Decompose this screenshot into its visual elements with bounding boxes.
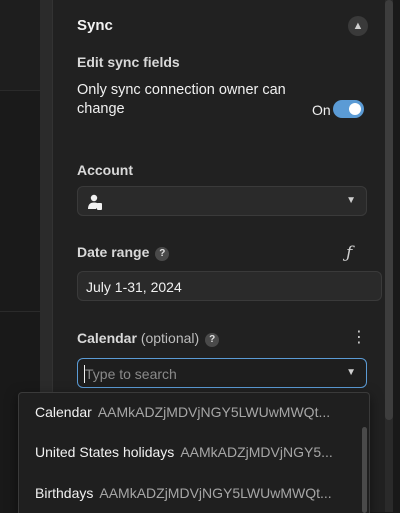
formula-icon[interactable]: ƒ (346, 243, 352, 263)
dropdown-scrollbar[interactable] (362, 427, 367, 513)
person-phone-icon (88, 194, 102, 210)
background-panel (0, 90, 40, 312)
panel-scrollbar[interactable] (385, 0, 393, 512)
background-panel (0, 0, 40, 90)
account-select[interactable]: ▼ (77, 186, 367, 216)
toggle-state-label: On (312, 102, 331, 118)
date-range-label-text: Date range (77, 244, 150, 260)
calendar-search-input[interactable] (84, 365, 335, 383)
calendar-option[interactable]: Calendar AAMkADZjMDVjNGY5LWUwMWQt... (35, 404, 345, 420)
option-id: AAMkADZjMDVjNGY5LWUwMWQt... (99, 485, 332, 501)
calendar-label: Calendar (optional)? (77, 330, 220, 347)
calendar-option[interactable]: Birthdays AAMkADZjMDVjNGY5LWUwMWQt... (35, 485, 345, 501)
owner-only-toggle[interactable] (333, 100, 364, 118)
help-icon[interactable]: ? (155, 246, 170, 261)
collapse-section-button[interactable]: ▲ (348, 16, 368, 36)
calendar-select[interactable]: ▼ (77, 358, 367, 388)
help-icon[interactable]: ? (205, 332, 220, 347)
calendar-label-text: Calendar (77, 330, 137, 346)
option-name: Birthdays (35, 485, 94, 501)
more-options-icon[interactable]: ⋮ (351, 330, 367, 346)
chevron-down-icon: ▼ (346, 195, 356, 206)
chevron-down-icon[interactable]: ▼ (346, 367, 356, 378)
date-range-value: July 1-31, 2024 (86, 279, 182, 295)
scrollbar-thumb[interactable] (385, 0, 393, 420)
owner-only-label: Only sync connection owner can change (77, 82, 286, 117)
option-id: AAMkADZjMDVjNGY5... (180, 444, 333, 460)
option-name: Calendar (35, 404, 92, 420)
date-range-label: Date range? (77, 244, 170, 261)
chevron-up-icon: ▲ (352, 20, 364, 32)
option-name: United States holidays (35, 444, 175, 460)
calendar-dropdown: Calendar AAMkADZjMDVjNGY5LWUwMWQt... Unit… (18, 392, 370, 513)
section-title: Sync (77, 17, 113, 34)
toggle-knob (349, 103, 361, 115)
date-range-field[interactable]: July 1-31, 2024 (77, 271, 382, 301)
calendar-option[interactable]: United States holidays AAMkADZjMDVjNGY5..… (35, 444, 345, 460)
edit-sync-fields-heading: Edit sync fields (77, 54, 180, 70)
account-label: Account (77, 162, 133, 178)
option-id: AAMkADZjMDVjNGY5LWUwMWQt... (97, 404, 331, 420)
optional-label: (optional) (140, 330, 200, 346)
